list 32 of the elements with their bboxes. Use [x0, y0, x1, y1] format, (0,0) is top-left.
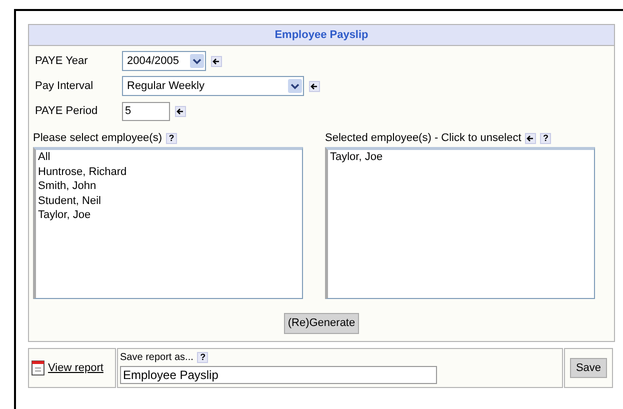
- input-field[interactable]: 5: [122, 102, 170, 120]
- document-icon: [31, 360, 45, 376]
- view-report-link[interactable]: View report: [48, 360, 104, 376]
- list-label: Please select employee(s): [33, 130, 162, 146]
- field-label: Pay Interval: [35, 78, 94, 94]
- field-label: PAYE Period: [35, 104, 99, 119]
- help-icon[interactable]: ?: [166, 132, 178, 144]
- employee-option[interactable]: Smith, John: [38, 179, 96, 194]
- help-icon[interactable]: ?: [540, 132, 552, 144]
- report-name-field[interactable]: Employee Payslip: [120, 366, 437, 384]
- employee-listbox[interactable]: Taylor, Joe: [325, 147, 595, 299]
- back-arrow-icon[interactable]: [309, 80, 320, 92]
- employee-option[interactable]: Student, Neil: [38, 194, 101, 208]
- save-label: Save report as...: [120, 350, 194, 364]
- field-label: PAYE Year: [35, 54, 89, 69]
- dropdown-caret-icon[interactable]: [288, 79, 302, 93]
- dropdown-caret-icon[interactable]: [190, 54, 204, 68]
- employee-option[interactable]: All: [38, 150, 50, 164]
- back-arrow-icon[interactable]: [525, 132, 536, 144]
- help-icon[interactable]: ?: [197, 352, 208, 362]
- panel-title: Employee Payslip: [29, 25, 614, 46]
- back-arrow-icon[interactable]: [175, 106, 186, 116]
- save-button[interactable]: Save: [570, 358, 608, 378]
- back-arrow-icon[interactable]: [211, 56, 222, 66]
- dropdown[interactable]: 2004/2005: [122, 51, 206, 71]
- employee-option[interactable]: Huntrose, Richard: [38, 164, 127, 179]
- list-label: Selected employee(s) - Click to unselect: [325, 130, 522, 146]
- employee-option[interactable]: Taylor, Joe: [38, 208, 91, 222]
- generate-button[interactable]: (Re)Generate: [284, 313, 360, 334]
- employee-option[interactable]: Taylor, Joe: [330, 150, 383, 164]
- dropdown[interactable]: Regular Weekly: [122, 76, 304, 96]
- employee-listbox[interactable]: All Huntrose, Richard Smith, John Student, Neil Taylor, Joe: [33, 147, 303, 299]
